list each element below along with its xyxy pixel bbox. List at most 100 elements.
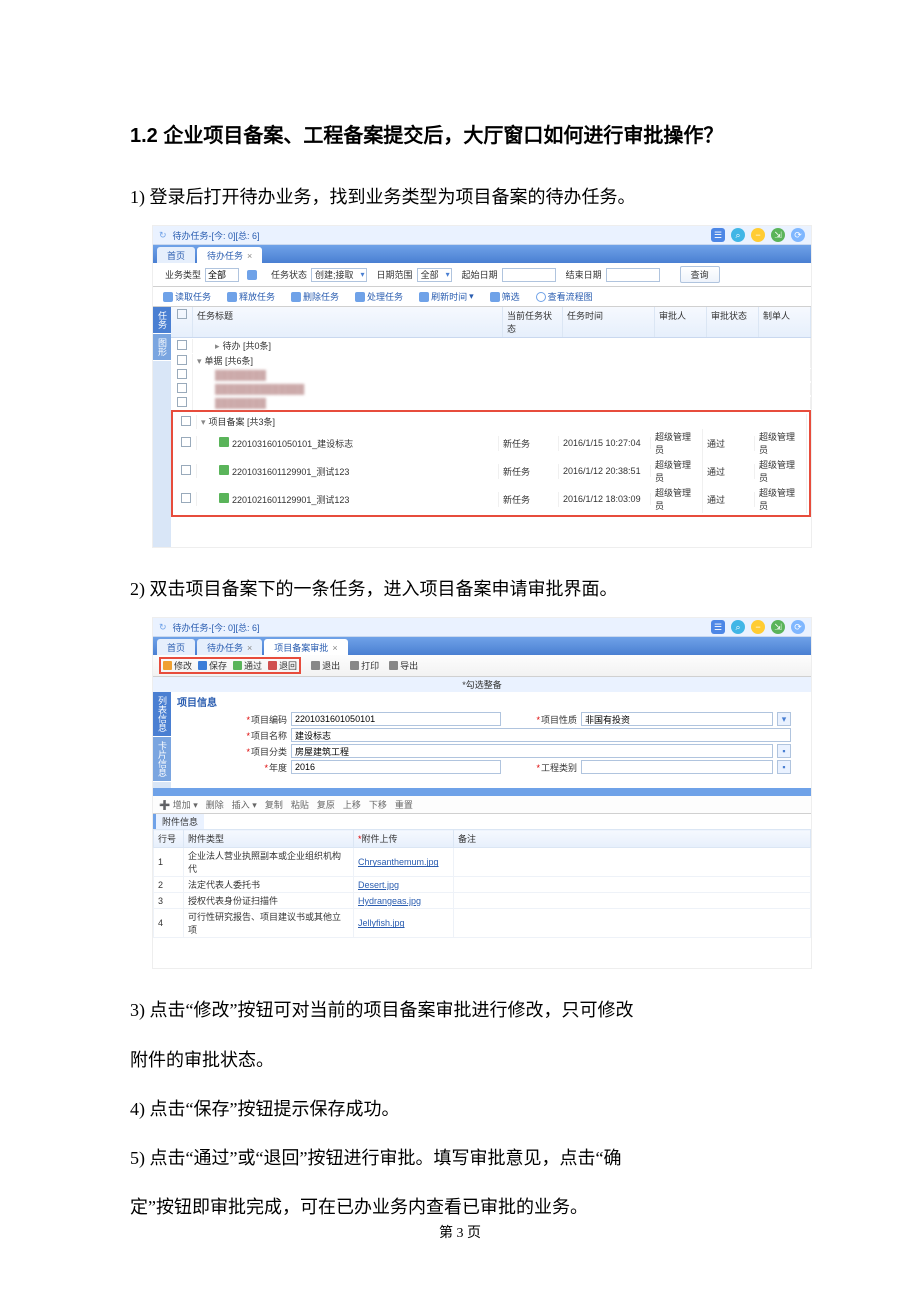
row-checkbox[interactable] <box>177 355 187 365</box>
row-checkbox[interactable] <box>181 437 191 447</box>
reset-button[interactable]: 重置 <box>395 798 413 811</box>
apps-icon[interactable]: ☰ <box>711 620 725 634</box>
search-icon[interactable]: ⌕ <box>731 228 745 242</box>
delete-task-button[interactable]: 删除任务 <box>287 289 343 304</box>
row-checkbox[interactable] <box>177 369 187 379</box>
step-4: 4) 点击“保存”按钮提示保存成功。 <box>130 1088 790 1131</box>
up-button[interactable]: 上移 <box>343 798 361 811</box>
table-row[interactable]: 4可行性研究报告、项目建议书或其他立项Jellyfish.jpg <box>154 909 811 938</box>
refresh-icon[interactable]: ↻ <box>159 230 167 241</box>
picker-icon[interactable]: ▪ <box>777 744 791 758</box>
minimize-icon[interactable]: − <box>751 620 765 634</box>
chevron-down-icon[interactable]: ▾ <box>777 712 791 726</box>
refresh-icon[interactable]: ↻ <box>159 622 167 633</box>
page-number: 第 3 页 <box>0 1222 920 1242</box>
copy-button[interactable]: 复制 <box>265 798 283 811</box>
table-row[interactable]: 2法定代表人委托书Desert.jpg <box>154 877 811 893</box>
release-task-button[interactable]: 释放任务 <box>223 289 279 304</box>
edit-button[interactable]: 修改 <box>163 659 192 672</box>
down-button[interactable]: 下移 <box>369 798 387 811</box>
col-no: 行号 <box>154 830 184 848</box>
maximize-icon[interactable]: ⇲ <box>771 620 785 634</box>
startdate-input[interactable] <box>502 268 556 282</box>
sidetab-task[interactable]: 任务 <box>153 307 171 334</box>
save-button[interactable]: 保存 <box>198 659 227 672</box>
tab-bar: 首页 待办任务× <box>153 245 811 263</box>
row-checkbox[interactable] <box>177 397 187 407</box>
year-input[interactable] <box>291 760 501 774</box>
biztype-input[interactable] <box>205 268 239 282</box>
nature-input[interactable] <box>581 712 773 726</box>
row-checkbox[interactable] <box>177 383 187 393</box>
pass-button[interactable]: 通过 <box>233 659 262 672</box>
filter-button[interactable]: 筛选 <box>486 289 524 304</box>
checkbox-all[interactable] <box>177 309 187 319</box>
group-docs[interactable]: 单据 [共6条] <box>197 356 253 366</box>
export-button[interactable]: 导出 <box>389 657 418 674</box>
query-button[interactable]: 查询 <box>680 266 720 283</box>
close-icon[interactable]: × <box>332 643 337 653</box>
doc-icon <box>219 437 229 447</box>
reload-icon[interactable]: ⟳ <box>791 620 805 634</box>
code-label: 项目编码 <box>231 713 287 726</box>
minimize-icon[interactable]: − <box>751 228 765 242</box>
apps-icon[interactable]: ☰ <box>711 228 725 242</box>
table-row[interactable]: 2201021601129901_测试123 新任务 2016/1/12 18:… <box>175 485 807 513</box>
process-task-button[interactable]: 处理任务 <box>351 289 407 304</box>
tab-todo[interactable]: 待办任务× <box>197 639 262 655</box>
picker-icon[interactable]: ▪ <box>777 760 791 774</box>
maximize-icon[interactable]: ⇲ <box>771 228 785 242</box>
read-task-button[interactable]: 读取任务 <box>159 289 215 304</box>
col-upload: 附件上传 <box>354 830 454 848</box>
table-row[interactable]: 3授权代表身份证扫描件Hydrangeas.jpg <box>154 893 811 909</box>
engtype-input[interactable] <box>581 760 773 774</box>
restore-button[interactable]: 复原 <box>317 798 335 811</box>
table-row[interactable]: 2201031601050101_建设标志 新任务 2016/1/15 10:2… <box>175 429 807 457</box>
window-title: 待办任务-[今: 0][总: 6] <box>173 229 260 242</box>
return-button[interactable]: 退回 <box>268 659 297 672</box>
table-row[interactable]: 1企业法人营业执照副本或企业组织机构代Chrysanthemum.jpg <box>154 848 811 877</box>
daterange-select[interactable]: 全部 <box>417 268 452 282</box>
enddate-input[interactable] <box>606 268 660 282</box>
status-select[interactable]: 创建;接取 <box>311 268 367 282</box>
section-heading: 1.2 企业项目备案、工程备案提交后，大厅窗口如何进行审批操作？ <box>130 120 790 152</box>
view-flow-button[interactable]: 查看流程图 <box>532 289 597 304</box>
col-type: 附件类型 <box>184 830 354 848</box>
biztype-picker-icon[interactable] <box>243 269 261 281</box>
quit-button[interactable]: 退出 <box>311 657 340 674</box>
close-icon[interactable]: × <box>247 643 252 653</box>
search-icon[interactable]: ⌕ <box>731 620 745 634</box>
reload-icon[interactable]: ⟳ <box>791 228 805 242</box>
status-label: 任务状态 <box>271 268 307 281</box>
group-pending[interactable]: 待办 [共0条] <box>197 341 271 351</box>
print-button[interactable]: 打印 <box>350 657 379 674</box>
name-input[interactable] <box>291 728 791 742</box>
sidetab-graph[interactable]: 图形 <box>153 334 171 361</box>
row-checkbox[interactable] <box>181 493 191 503</box>
window-title: 待办任务-[今: 0][总: 6] <box>173 621 260 634</box>
close-icon[interactable]: × <box>247 251 252 261</box>
row-checkbox[interactable] <box>181 416 191 426</box>
sidetab-card-info[interactable]: 卡片信息 <box>153 737 171 782</box>
step-5: 5) 点击“通过”或“退回”按钮进行审批。填写审批意见，点击“确 <box>130 1137 790 1180</box>
del-button[interactable]: 删除 <box>206 798 224 811</box>
tab-home[interactable]: 首页 <box>157 639 195 655</box>
tab-approve[interactable]: 项目备案审批× <box>264 639 347 655</box>
code-input[interactable] <box>291 712 501 726</box>
paste-button[interactable]: 粘贴 <box>291 798 309 811</box>
col-title: 任务标题 <box>193 307 503 337</box>
group-project-record[interactable]: 项目备案 [共3条] <box>201 417 275 427</box>
table-row[interactable]: 2201031601129901_测试123 新任务 2016/1/12 20:… <box>175 457 807 485</box>
startdate-label: 起始日期 <box>462 268 498 281</box>
class-input[interactable] <box>291 744 773 758</box>
row-checkbox[interactable] <box>177 340 187 350</box>
tab-todo[interactable]: 待办任务× <box>197 247 262 263</box>
ins-button[interactable]: 插入 ▾ <box>232 798 257 811</box>
tab-home[interactable]: 首页 <box>157 247 195 263</box>
add-button[interactable]: ➕ 增加 ▾ <box>159 798 198 811</box>
sidetab-list-info[interactable]: 列表信息 <box>153 692 171 737</box>
row-checkbox[interactable] <box>181 465 191 475</box>
attachment-link: Hydrangeas.jpg <box>354 893 454 909</box>
enddate-label: 结束日期 <box>566 268 602 281</box>
refresh-time-button[interactable]: 刷新时间 ▾ <box>415 289 478 304</box>
